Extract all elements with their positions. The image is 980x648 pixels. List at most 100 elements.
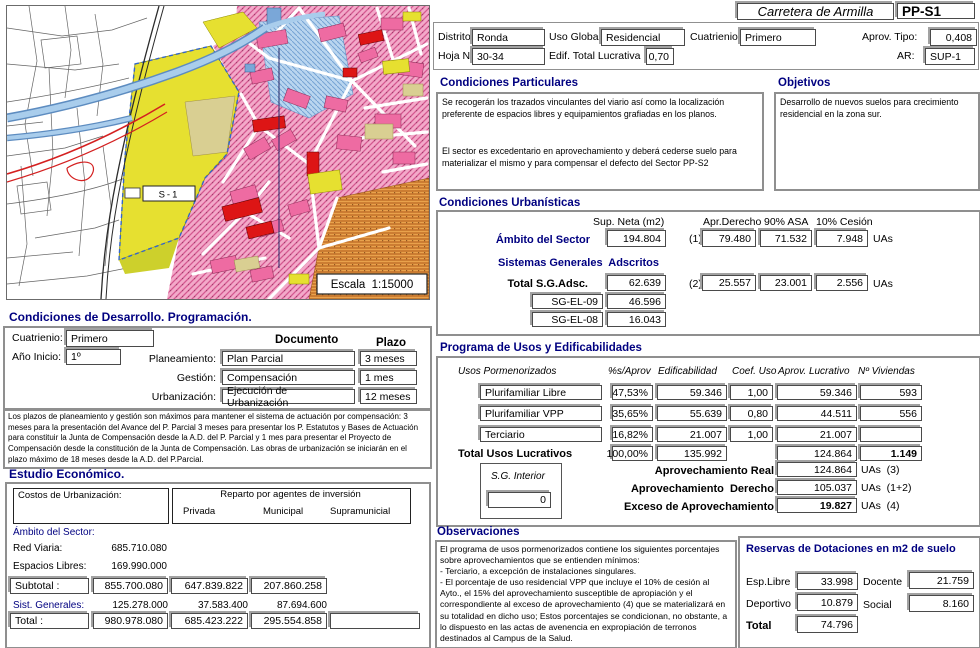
uso-global-label: Uso Global	[549, 32, 601, 44]
uso-edif: 59.346	[690, 387, 722, 399]
uso-row-pct[interactable]: 47,53%	[612, 385, 653, 400]
planning-sheet-page: S-1 Escala 1:15000 Carretera de Armilla …	[0, 0, 980, 648]
ambito-cesion-field[interactable]: 7.948	[816, 230, 868, 247]
col-asa: 90% ASA	[764, 217, 808, 229]
estudio-total-supra-field[interactable]	[330, 613, 420, 629]
uso-row-edif[interactable]: 59.346	[657, 385, 727, 400]
ambito-apr-derecho-field[interactable]: 79.480	[702, 230, 756, 247]
uso-row-name[interactable]: Plurifamiliar Libre	[480, 385, 602, 400]
uso-row-coef[interactable]: 0,80	[730, 406, 773, 421]
uso-viv: 556	[899, 408, 917, 420]
uso-row-name[interactable]: Plurifamiliar VPP	[480, 406, 602, 421]
planeamiento-plazo-field[interactable]: 3 meses	[360, 351, 417, 366]
aprov-real-value: 124.864	[814, 464, 852, 476]
aprov-derecho-label: Aprovechamiento Derecho	[600, 483, 774, 495]
uso-row-name[interactable]: Terciario	[480, 427, 602, 442]
col-cesion: 10% Cesión	[816, 217, 873, 229]
uso-row-aprov[interactable]: 21.007	[777, 427, 857, 442]
uso-row-pct[interactable]: 16,82%	[612, 427, 653, 442]
distrito-field[interactable]: Ronda	[472, 29, 545, 46]
cuatrienio-field[interactable]: Primero	[740, 29, 816, 46]
social-field[interactable]: 8.160	[909, 595, 974, 612]
subtotal-municipal-field[interactable]: 207.860.258	[251, 578, 327, 594]
sector-label: S-1	[159, 190, 180, 201]
aprov-derecho-field[interactable]: 105.037	[777, 480, 857, 495]
sg-interior-value: 0	[540, 494, 546, 506]
social-value: 8.160	[943, 598, 969, 610]
col-pct: %s/Aprov	[608, 366, 651, 377]
edif-total-label: Edif. Total Lucrativa	[549, 51, 640, 63]
ambito-asa-field[interactable]: 71.532	[760, 230, 812, 247]
docente-field[interactable]: 21.759	[909, 572, 974, 589]
urbanizacion-doc: Ejecución de Urbanización	[227, 385, 350, 409]
urbanizacion-plazo: 12 meses	[365, 391, 411, 403]
hoja-field[interactable]: 30-34	[472, 48, 545, 65]
total-edif-field[interactable]: 135.992	[657, 446, 727, 461]
uso-row-coef[interactable]: 1,00	[730, 385, 773, 400]
ambito-sup-neta-field[interactable]: 194.804	[607, 230, 666, 247]
gestion-doc-field[interactable]: Compensación	[222, 370, 355, 385]
sist-generales-total: 125.278.000	[93, 600, 168, 611]
subtotal-total-field[interactable]: 855.700.080	[93, 578, 168, 594]
uso-pct: 35,65%	[612, 408, 648, 420]
sist-generales-privada: 37.583.400	[171, 600, 248, 611]
subtotal-privada: 647.839.822	[185, 580, 243, 592]
subtotal-privada-field[interactable]: 647.839.822	[171, 578, 248, 594]
urbanisticas-box	[436, 210, 980, 336]
social-label: Social	[863, 600, 892, 612]
esp-libre-field[interactable]: 33.998	[797, 573, 858, 590]
uso-row-viv[interactable]	[860, 427, 922, 442]
col-coef: Coef. Uso	[732, 366, 776, 377]
sg-cesion-field[interactable]: 2.556	[816, 275, 868, 291]
ar-field[interactable]: SUP-1	[925, 48, 975, 65]
planeamiento-doc-field[interactable]: Plan Parcial	[222, 351, 355, 366]
uso-row-coef[interactable]: 1,00	[730, 427, 773, 442]
ano-inicio-field[interactable]: 1º	[66, 349, 121, 365]
exceso-value: 19.827	[820, 500, 852, 512]
aprov-tipo-field[interactable]: 0,408	[930, 29, 977, 46]
red-viaria-label: Red Viaria:	[13, 543, 62, 554]
scale-label-box: Escala 1:15000	[317, 274, 427, 294]
uso-row-viv[interactable]: 593	[860, 385, 922, 400]
reservas-total-field[interactable]: 74.796	[797, 616, 858, 633]
total-sg-sup-neta-field[interactable]: 62.639	[607, 275, 666, 291]
total-pct-field[interactable]: 100,00%	[612, 446, 653, 461]
uso-row-edif[interactable]: 21.007	[657, 427, 727, 442]
sg-el-08-value-field[interactable]: 16.043	[607, 312, 666, 327]
sg-el-08-code-field[interactable]: SG-EL-08	[532, 312, 603, 327]
exceso-field[interactable]: 19.827	[777, 498, 857, 513]
uso-row-edif[interactable]: 55.639	[657, 406, 727, 421]
esp-libre-label: Esp.Libre	[746, 577, 790, 589]
urbanizacion-doc-field[interactable]: Ejecución de Urbanización	[222, 389, 355, 404]
edif-total-field[interactable]: 0,70	[646, 48, 674, 65]
gestion-plazo-field[interactable]: 1 mes	[360, 370, 417, 385]
sg-apr-derecho-field[interactable]: 25.557	[702, 275, 756, 291]
col-usos: Usos Pormenorizados	[458, 366, 556, 377]
uso-global-field[interactable]: Residencial	[601, 29, 685, 46]
estudio-total-municipal-field[interactable]: 295.554.858	[251, 613, 327, 629]
col-edif: Edificabilidad	[658, 366, 717, 377]
subtotal-municipal: 207.860.258	[264, 580, 322, 592]
sg-el-09-code-field[interactable]: SG-EL-09	[532, 294, 603, 309]
uso-row-viv[interactable]: 556	[860, 406, 922, 421]
sg-interior-field[interactable]: 0	[488, 492, 551, 508]
sg-el-09-value-field[interactable]: 46.596	[607, 294, 666, 309]
estudio-total-label: Total :	[15, 615, 43, 627]
desarrollo-cuatrienio-field[interactable]: Primero	[66, 330, 154, 347]
estudio-total-field[interactable]: 980.978.080	[93, 613, 168, 629]
aprov-real-unit: UAs (3)	[861, 465, 900, 477]
total-aprov-field[interactable]: 124.864	[777, 446, 857, 461]
sg-apr-derecho: 25.557	[719, 277, 751, 289]
total-viviendas-field[interactable]: 1.149	[860, 446, 922, 461]
estudio-total-privada-field[interactable]: 685.423.222	[171, 613, 248, 629]
scale-label: Escala 1:15000	[331, 279, 413, 291]
uso-row-aprov[interactable]: 59.346	[777, 385, 857, 400]
uas-label-1: UAs	[873, 234, 893, 246]
urbanizacion-plazo-field[interactable]: 12 meses	[360, 389, 417, 404]
particulares-p1: Se recogerán los trazados vinculantes de…	[442, 96, 752, 120]
sg-asa-field[interactable]: 23.001	[760, 275, 812, 291]
uso-row-aprov[interactable]: 44.511	[777, 406, 857, 421]
uso-row-pct[interactable]: 35,65%	[612, 406, 653, 421]
aprov-real-field[interactable]: 124.864	[777, 462, 857, 477]
deportivo-field[interactable]: 10.879	[797, 594, 858, 611]
